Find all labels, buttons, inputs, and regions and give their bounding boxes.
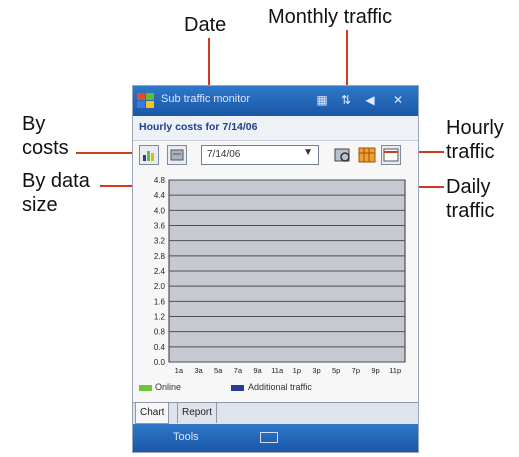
hourly-chart: 4.8 4.4 4.0 3.6 3.2 2.8 2.4 2.0 1.6 1.2 0.8 0.4 0.0 1…	[154, 176, 406, 375]
by-costs-button[interactable]	[139, 145, 159, 165]
subtitle-text: Hourly costs for 7/14/06	[139, 121, 258, 133]
x-tick-label: 11a	[271, 366, 284, 375]
date-dropdown[interactable]: 7/14/06 ▼	[201, 145, 319, 165]
x-tick-label: 1a	[175, 366, 184, 375]
y-tick-label: 1.2	[154, 313, 166, 322]
y-tick-label: 4.0	[154, 206, 166, 215]
legend-additional-swatch	[231, 385, 244, 391]
menu-bar: Tools	[133, 424, 418, 452]
x-tick-label: 7a	[234, 366, 243, 375]
callout-hourly-line1: Hourly	[446, 117, 504, 139]
toolbar: 7/14/06 ▼	[133, 141, 418, 171]
x-tick-label: 5p	[332, 366, 340, 375]
y-tick-label: 1.6	[154, 297, 166, 306]
x-tick-label: 3p	[312, 366, 320, 375]
y-tick-label: 4.4	[154, 191, 166, 200]
volume-icon[interactable]: ◀	[363, 93, 377, 107]
keyboard-icon[interactable]	[260, 432, 278, 443]
callout-by-costs-line2: costs	[22, 137, 69, 159]
y-tick-label: 2.0	[154, 282, 166, 291]
y-tick-label: 0.4	[154, 343, 166, 352]
start-menu-icon[interactable]	[136, 91, 156, 111]
callout-by-data-line2: size	[22, 194, 58, 216]
legend-online-label: Online	[155, 382, 182, 392]
x-tick-label: 11p	[389, 366, 401, 375]
callout-by-costs-line1: By	[22, 113, 46, 135]
legend-online-swatch	[139, 385, 152, 391]
daily-traffic-button[interactable]	[357, 145, 377, 165]
callout-date: Date	[184, 14, 227, 36]
page-subtitle: Hourly costs for 7/14/06	[133, 116, 418, 141]
monthly-traffic-button[interactable]	[333, 145, 353, 165]
date-value: 7/14/06	[207, 149, 241, 160]
title-bar: Sub traffic monitor ▦ ⇅ ◀ ✕	[133, 86, 418, 116]
x-tick-label: 9a	[253, 366, 262, 375]
device-screen: Sub traffic monitor ▦ ⇅ ◀ ✕ Hourly costs…	[132, 85, 419, 453]
y-tick-label: 3.6	[154, 222, 166, 231]
x-tick-label: 1p	[293, 366, 301, 375]
x-tick-label: 5a	[214, 366, 223, 375]
chart-legend: Online Additional traffic	[133, 382, 418, 396]
x-tick-label: 9p	[371, 366, 379, 375]
callout-by-data-line1: By data	[22, 170, 90, 192]
hourly-traffic-button[interactable]	[381, 145, 401, 165]
by-data-size-button[interactable]	[167, 145, 187, 165]
callout-hourly-line2: traffic	[446, 141, 495, 163]
tab-bar: Chart Report	[133, 402, 418, 425]
x-tick-label: 3a	[194, 366, 203, 375]
tab-chart[interactable]: Chart	[135, 403, 170, 424]
callout-daily-line2: traffic	[446, 200, 495, 222]
hourly-icon	[383, 148, 399, 162]
data-size-icon	[170, 149, 184, 161]
callout-daily-line1: Daily	[446, 176, 491, 198]
y-tick-label: 2.8	[154, 252, 166, 261]
tab-report[interactable]: Report	[177, 403, 218, 423]
y-tick-label: 0.0	[154, 358, 166, 367]
chevron-down-icon: ▼	[303, 147, 313, 158]
connectivity-icon[interactable]: ⇅	[339, 93, 353, 107]
callout-monthly-traffic: Monthly traffic	[268, 6, 393, 28]
x-tick-label: 7p	[352, 366, 360, 375]
tools-menu[interactable]: Tools	[173, 431, 199, 443]
legend-additional-label: Additional traffic	[248, 382, 312, 392]
close-icon[interactable]: ✕	[391, 93, 405, 107]
y-tick-label: 3.2	[154, 237, 166, 246]
y-tick-label: 0.8	[154, 328, 166, 337]
daily-icon	[358, 147, 376, 163]
y-tick-label: 4.8	[154, 176, 166, 185]
y-tick-label: 2.4	[154, 267, 166, 276]
app-title: Sub traffic monitor	[161, 93, 251, 105]
costs-icon	[143, 151, 154, 161]
signal-icon[interactable]: ▦	[315, 93, 329, 107]
monthly-icon	[334, 148, 350, 162]
